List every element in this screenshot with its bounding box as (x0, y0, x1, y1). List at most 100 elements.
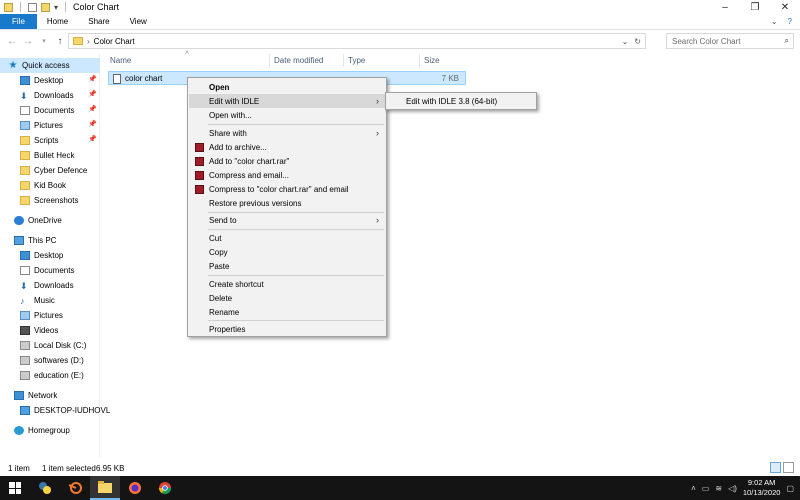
submenu-item-idle-38[interactable]: Edit with IDLE 3.8 (64-bit) (406, 97, 497, 106)
search-input[interactable]: Search Color Chart ⌕ (666, 33, 794, 49)
expand-ribbon-icon[interactable]: ⌄ (771, 17, 778, 26)
sidebar-item-downloads[interactable]: ⬇ Downloads (0, 88, 74, 103)
new-folder-icon[interactable] (41, 2, 50, 12)
sidebar-item-pc-desktop[interactable]: Desktop (0, 248, 63, 263)
address-dropdown-icon[interactable]: ⌄ (622, 37, 629, 46)
column-header-name[interactable]: Name (110, 54, 131, 67)
start-button[interactable] (0, 476, 30, 500)
menu-item-edit-with-idle[interactable]: Edit with IDLE › (189, 94, 385, 108)
sidebar-item-pictures[interactable]: Pictures (0, 118, 63, 133)
customize-toolbar-icon[interactable]: ▾ (54, 3, 58, 12)
menu-item-delete[interactable]: Delete (189, 291, 385, 305)
divider[interactable] (343, 54, 344, 67)
column-header-type[interactable]: Type (348, 54, 365, 67)
sidebar-item-pc-pictures[interactable]: Pictures (0, 308, 63, 323)
details-view-icon[interactable] (770, 462, 781, 473)
sidebar-item-cyber-defence[interactable]: Cyber Defence (0, 163, 87, 178)
sidebar-item-bullet-heck[interactable]: Bullet Heck (0, 148, 74, 163)
address-input[interactable]: › Color Chart ⌄ ↻ (68, 33, 646, 49)
sidebar-item-kid-book[interactable]: Kid Book (0, 178, 66, 193)
menu-item-share-with[interactable]: Share with › (189, 126, 385, 140)
sidebar-item-label: Quick access (22, 61, 70, 70)
notifications-icon[interactable]: ▢ (786, 484, 794, 493)
divider (208, 124, 384, 125)
volume-icon[interactable]: ◁) (728, 484, 737, 493)
maximize-button[interactable]: ❐ (740, 0, 770, 14)
battery-icon[interactable]: ▭ (702, 484, 710, 493)
divider[interactable] (419, 54, 420, 67)
large-icons-view-icon[interactable] (783, 462, 794, 473)
sidebar-item-pc-videos[interactable]: Videos (0, 323, 58, 338)
document-icon (20, 266, 30, 275)
wifi-icon[interactable]: ≋ (715, 484, 722, 493)
properties-icon[interactable] (28, 2, 37, 12)
sidebar-item-network[interactable]: Network (0, 388, 57, 403)
menu-item-copy[interactable]: Copy (189, 245, 385, 259)
taskbar-app-python[interactable] (30, 476, 60, 500)
breadcrumb[interactable]: Color Chart (94, 37, 135, 46)
menu-item-create-shortcut[interactable]: Create shortcut (189, 277, 385, 291)
sidebar-item-homegroup[interactable]: Homegroup (0, 423, 70, 438)
sidebar-item-pc-documents[interactable]: Documents (0, 263, 74, 278)
menu-item-add-to-rar[interactable]: Add to "color chart.rar" (189, 154, 385, 168)
sidebar-item-pc-music[interactable]: ♪ Music (0, 293, 55, 308)
clock-time: 9:02 AM (747, 478, 776, 487)
menu-item-cut[interactable]: Cut (189, 231, 385, 245)
homegroup-icon (14, 426, 24, 435)
menu-item-properties[interactable]: Properties (189, 322, 385, 336)
chevron-up-icon[interactable]: ˄ (691, 484, 696, 493)
menu-item-restore-previous-versions[interactable]: Restore previous versions (189, 196, 385, 210)
sidebar-item-screenshots[interactable]: Screenshots (0, 193, 78, 208)
help-icon[interactable]: ? (788, 17, 792, 26)
sidebar-item-softwares-d[interactable]: softwares (D:) (0, 353, 84, 368)
taskbar-app-blender[interactable] (60, 476, 90, 500)
refresh-icon[interactable]: ↻ (634, 37, 641, 46)
clock[interactable]: 9:02 AM 10/13/2020 (743, 478, 781, 498)
divider[interactable] (269, 54, 270, 67)
menu-item-open[interactable]: Open (189, 80, 385, 94)
sidebar-item-desktop[interactable]: Desktop (0, 73, 63, 88)
forward-arrow-icon[interactable]: → (20, 36, 36, 47)
chevron-right-icon: › (376, 215, 379, 225)
pictures-icon (20, 121, 30, 130)
sidebar-item-onedrive[interactable]: OneDrive (0, 213, 62, 228)
close-button[interactable]: ✕ (770, 0, 800, 14)
taskbar-app-firefox[interactable] (120, 476, 150, 500)
menu-item-compress-and-email[interactable]: Compress and email... (189, 168, 385, 182)
system-tray: ˄ ▭ ≋ ◁) 9:02 AM 10/13/2020 ▢ (691, 476, 794, 500)
taskbar-app-chrome[interactable] (150, 476, 180, 500)
sidebar-item-label: Desktop (34, 251, 64, 260)
divider (65, 2, 67, 12)
tab-view[interactable]: View (120, 14, 157, 29)
sidebar-item-desktop-computer[interactable]: DESKTOP-IUDHOVL (0, 403, 110, 418)
pin-icon: 📌 (88, 106, 97, 113)
column-header-date-modified[interactable]: Date modified (274, 54, 323, 67)
chevron-right-icon: › (376, 96, 379, 106)
recent-locations-icon[interactable]: ▾ (36, 37, 52, 45)
tab-home[interactable]: Home (37, 14, 78, 29)
back-arrow-icon[interactable]: ← (4, 36, 20, 47)
menu-item-send-to[interactable]: Send to › (189, 213, 385, 227)
sidebar-item-documents[interactable]: Documents (0, 103, 74, 118)
menu-item-paste[interactable]: Paste (189, 259, 385, 273)
sidebar-item-scripts[interactable]: Scripts (0, 133, 58, 148)
menu-item-open-with[interactable]: Open with... (189, 108, 385, 122)
menu-item-compress-rar-email[interactable]: Compress to "color chart.rar" and email (189, 182, 385, 196)
sidebar-item-education-e[interactable]: education (E:) (0, 368, 84, 383)
column-header-size[interactable]: Size (424, 54, 440, 67)
menu-item-add-to-archive[interactable]: Add to archive... (189, 140, 385, 154)
sidebar-item-this-pc[interactable]: This PC (0, 233, 56, 248)
taskbar-app-file-explorer[interactable] (90, 476, 120, 500)
tab-file[interactable]: File (0, 14, 37, 29)
divider (20, 2, 21, 12)
sidebar-item-local-disk-c[interactable]: Local Disk (C:) (0, 338, 86, 353)
sidebar-item-label: Documents (34, 106, 75, 115)
minimize-button[interactable]: – (710, 0, 740, 14)
sidebar-item-quick-access[interactable]: ★ Quick access (0, 58, 100, 73)
sidebar-item-pc-downloads[interactable]: ⬇ Downloads (0, 278, 74, 293)
tab-share[interactable]: Share (78, 14, 119, 29)
up-arrow-icon[interactable]: ↑ (52, 36, 68, 47)
sidebar-item-label: Screenshots (34, 196, 79, 205)
menu-item-rename[interactable]: Rename (189, 305, 385, 319)
divider (208, 229, 384, 230)
